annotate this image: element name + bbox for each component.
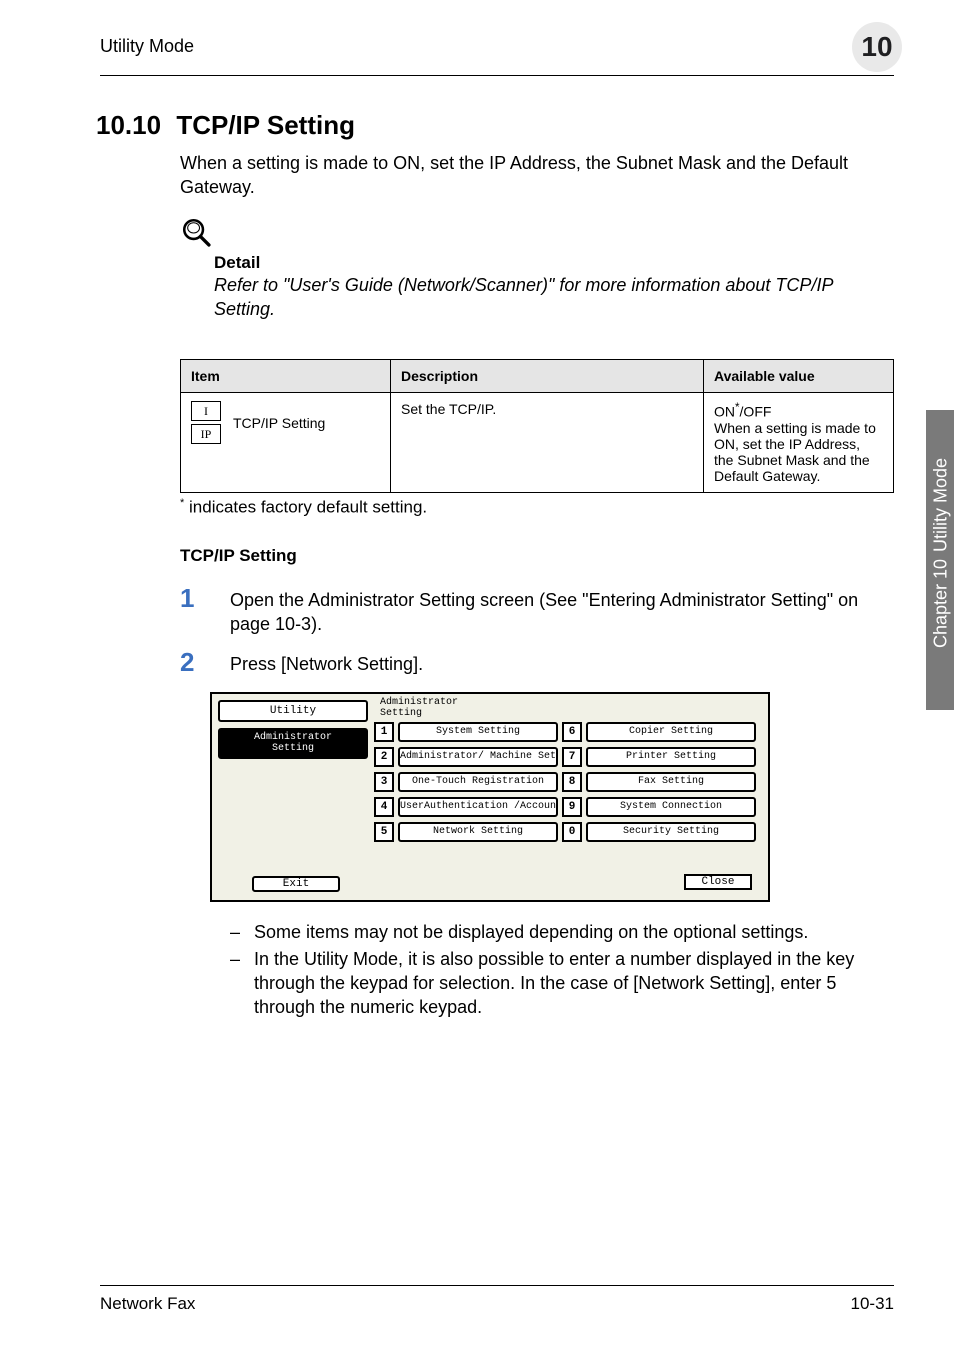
device-menu-onetouch[interactable]: One-Touch Registration bbox=[398, 772, 558, 792]
chapter-badge: 10 bbox=[852, 22, 902, 72]
detail-block: Detail Refer to "User's Guide (Network/S… bbox=[180, 216, 894, 322]
th-item: Item bbox=[181, 360, 391, 393]
step-number: 1 bbox=[180, 585, 204, 637]
device-title-line2: Setting bbox=[380, 708, 422, 719]
device-title: Administrator Setting bbox=[380, 698, 458, 719]
step-1: 1 Open the Administrator Setting screen … bbox=[180, 588, 894, 637]
device-menu-num: 9 bbox=[562, 797, 582, 817]
detail-text: Refer to "User's Guide (Network/Scanner)… bbox=[214, 273, 894, 322]
page-footer: Network Fax 10-31 bbox=[100, 1285, 894, 1314]
detail-label: Detail bbox=[214, 253, 894, 273]
device-screenshot: Utility Administrator Setting Exit Admin… bbox=[210, 692, 770, 902]
item-description: Set the TCP/IP. bbox=[391, 393, 704, 493]
device-title-line1: Administrator bbox=[380, 697, 458, 708]
item-available: ON*/OFF When a setting is made to ON, se… bbox=[704, 393, 894, 493]
device-tab-admin-setting[interactable]: Administrator Setting bbox=[218, 728, 368, 759]
step-text: Press [Network Setting]. bbox=[230, 652, 423, 676]
section-number: 10.10 bbox=[96, 110, 161, 140]
section-title: TCP/IP Setting bbox=[176, 110, 355, 140]
list-item: – Some items may not be displayed depend… bbox=[230, 920, 894, 944]
side-tab-section: Utility Mode bbox=[931, 458, 952, 552]
item-icon: I IP bbox=[191, 401, 221, 444]
bullet-text: In the Utility Mode, it is also possible… bbox=[254, 947, 894, 1020]
available-on: ON bbox=[714, 404, 735, 420]
available-off: /OFF bbox=[740, 404, 772, 420]
bullet-mark: – bbox=[230, 947, 254, 1020]
device-menu-system-connection[interactable]: System Connection bbox=[586, 797, 756, 817]
step-text: Open the Administrator Setting screen (S… bbox=[230, 588, 894, 637]
device-menu-system-setting[interactable]: System Setting bbox=[398, 722, 558, 742]
device-menu-admin-machine[interactable]: Administrator/ Machine Setting bbox=[398, 747, 558, 767]
footnote-text: indicates factory default setting. bbox=[184, 498, 427, 517]
magnifier-icon bbox=[180, 216, 214, 255]
item-icon-top: I bbox=[191, 401, 221, 421]
footnote: * indicates factory default setting. bbox=[180, 497, 894, 518]
footer-right: 10-31 bbox=[851, 1294, 894, 1314]
item-name: TCP/IP Setting bbox=[233, 415, 325, 431]
th-description: Description bbox=[391, 360, 704, 393]
device-menu-num: 5 bbox=[374, 822, 394, 842]
device-menu-num: 1 bbox=[374, 722, 394, 742]
step-notes: – Some items may not be displayed depend… bbox=[230, 920, 894, 1019]
running-head: Utility Mode bbox=[100, 36, 194, 56]
chapter-number: 10 bbox=[861, 31, 892, 63]
page: Utility Mode 10 10.10 TCP/IP Setting Whe… bbox=[0, 0, 954, 1352]
item-icon-bottom: IP bbox=[191, 424, 221, 444]
subheading: TCP/IP Setting bbox=[180, 546, 894, 566]
device-tab-admin-line1: Administrator bbox=[254, 732, 332, 743]
device-tab-admin-line2: Setting bbox=[272, 743, 314, 754]
device-menu-network-setting[interactable]: Network Setting bbox=[398, 822, 558, 842]
device-menu-num: 8 bbox=[562, 772, 582, 792]
device-menu-security-setting[interactable]: Security Setting bbox=[586, 822, 756, 842]
step-number: 2 bbox=[180, 649, 204, 676]
device-menu-num: 4 bbox=[374, 797, 394, 817]
footer-left: Network Fax bbox=[100, 1294, 195, 1314]
device-menu-num: 7 bbox=[562, 747, 582, 767]
available-rest: When a setting is made to ON, set the IP… bbox=[714, 420, 876, 484]
device-menu-userauth[interactable]: UserAuthentication /Account Track bbox=[398, 797, 558, 817]
device-menu-copier-setting[interactable]: Copier Setting bbox=[586, 722, 756, 742]
procedure-steps: 1 Open the Administrator Setting screen … bbox=[180, 588, 894, 677]
bullet-mark: – bbox=[230, 920, 254, 944]
section-heading: 10.10 TCP/IP Setting bbox=[96, 110, 894, 141]
side-tab-chapter: Chapter 10 bbox=[931, 558, 952, 647]
settings-table: Item Description Available value I IP TC… bbox=[180, 359, 894, 493]
device-close-button[interactable]: Close bbox=[684, 874, 752, 890]
table-header-row: Item Description Available value bbox=[181, 360, 894, 393]
device-menu-num: 0 bbox=[562, 822, 582, 842]
bullet-text: Some items may not be displayed dependin… bbox=[254, 920, 808, 944]
section-intro: When a setting is made to ON, set the IP… bbox=[180, 151, 894, 200]
th-available: Available value bbox=[704, 360, 894, 393]
list-item: – In the Utility Mode, it is also possib… bbox=[230, 947, 894, 1020]
table-row: I IP TCP/IP Setting Set the TCP/IP. ON*/… bbox=[181, 393, 894, 493]
page-header: Utility Mode 10 bbox=[100, 36, 894, 76]
device-menu-printer-setting[interactable]: Printer Setting bbox=[586, 747, 756, 767]
device-tab-utility[interactable]: Utility bbox=[218, 700, 368, 722]
device-menu-num: 2 bbox=[374, 747, 394, 767]
device-menu-num: 6 bbox=[562, 722, 582, 742]
device-menu-fax-setting[interactable]: Fax Setting bbox=[586, 772, 756, 792]
device-exit-button[interactable]: Exit bbox=[252, 876, 340, 892]
device-menu-num: 3 bbox=[374, 772, 394, 792]
side-tab: Chapter 10 Utility Mode bbox=[926, 410, 954, 710]
step-2: 2 Press [Network Setting]. bbox=[180, 652, 894, 676]
